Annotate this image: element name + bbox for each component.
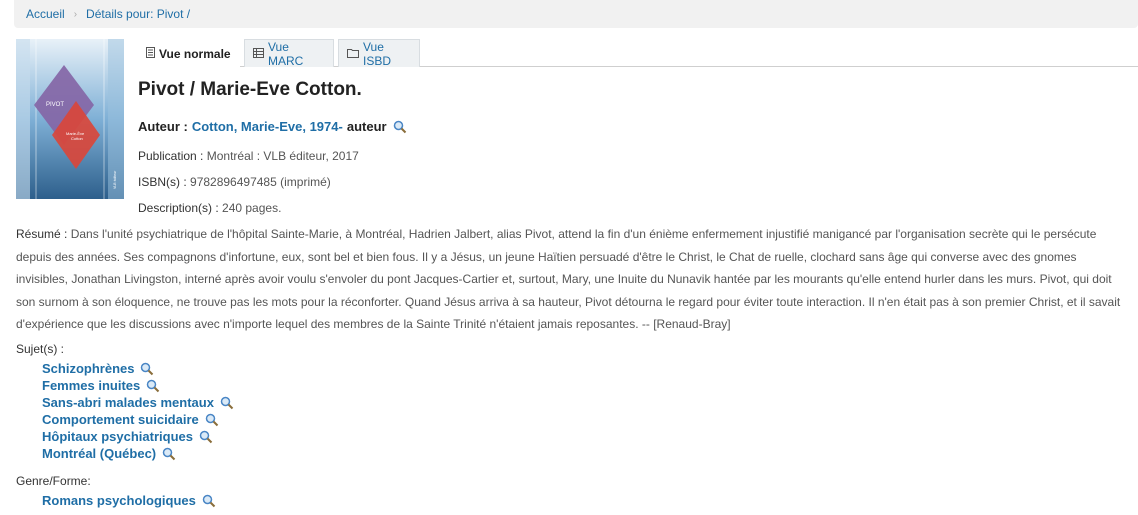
cover-publisher-text: VLB éditeur <box>113 170 117 189</box>
subject-link[interactable]: Comportement suicidaire <box>42 412 199 427</box>
search-icon[interactable] <box>199 430 213 444</box>
book-cover-image[interactable]: PIVOT Marie-Ève Cotton VLB éditeur <box>16 39 124 199</box>
search-icon[interactable] <box>140 362 154 376</box>
summary-block: Résumé : Dans l'unité psychiatrique de l… <box>16 223 1130 336</box>
search-icon[interactable] <box>220 396 234 410</box>
folder-icon <box>347 47 359 61</box>
cover-title-text: PIVOT <box>46 102 64 108</box>
subject-link[interactable]: Femmes inuites <box>42 378 140 393</box>
search-icon[interactable] <box>162 447 176 461</box>
search-icon[interactable] <box>146 379 160 393</box>
breadcrumb-home-link[interactable]: Accueil <box>26 7 65 21</box>
publication-value: Montréal : VLB éditeur, 2017 <box>206 149 359 163</box>
author-line: Auteur : Cotton, Marie-Eve, 1974- auteur <box>138 119 407 134</box>
subject-link[interactable]: Schizophrènes <box>42 361 134 376</box>
list-item: Schizophrènes <box>42 360 234 377</box>
list-item: Femmes inuites <box>42 377 234 394</box>
summary-label: Résumé : <box>16 227 68 241</box>
tab-vue-isbd[interactable]: Vue ISBD <box>338 39 420 68</box>
search-icon[interactable] <box>202 494 216 508</box>
breadcrumb: Accueil › Détails pour: Pivot / <box>14 0 1138 28</box>
genre-link[interactable]: Romans psychologiques <box>42 493 196 508</box>
description-value: 240 pages. <box>222 201 282 215</box>
tab-label: Vue normale <box>159 46 231 61</box>
view-tabs: Vue normale Vue MARC Vue ISBD <box>138 39 1138 68</box>
isbn-value: 9782896497485 (imprimé) <box>190 175 331 189</box>
author-label: Auteur : <box>138 119 188 134</box>
publication-line: Publication : Montréal : VLB éditeur, 20… <box>138 149 359 163</box>
book-cover-art: PIVOT Marie-Ève Cotton VLB éditeur <box>16 39 124 199</box>
isbn-line: ISBN(s) : 9782896497485 (imprimé) <box>138 175 331 189</box>
publication-label: Publication : <box>138 149 204 163</box>
breadcrumb-current-link[interactable]: Détails pour: Pivot / <box>86 7 190 21</box>
description-line: Description(s) : 240 pages. <box>138 201 281 215</box>
author-link[interactable]: Cotton, Marie-Eve, 1974- <box>192 119 343 134</box>
subject-link[interactable]: Montréal (Québec) <box>42 446 156 461</box>
author-role: auteur <box>346 119 387 134</box>
subjects-label: Sujet(s) : <box>16 342 65 356</box>
tab-label: Vue MARC <box>268 39 304 68</box>
list-item: Hôpitaux psychiatriques <box>42 428 234 445</box>
isbn-label: ISBN(s) : <box>138 175 187 189</box>
subject-link[interactable]: Sans-abri malades mentaux <box>42 395 214 410</box>
list-item: Montréal (Québec) <box>42 445 234 462</box>
record-title: Pivot / Marie-Eve Cotton. <box>138 79 362 100</box>
tab-vue-marc[interactable]: Vue MARC <box>244 39 334 68</box>
document-icon <box>146 46 155 61</box>
subjects-list: Schizophrènes Femmes inuites Sans-abri m… <box>42 360 234 462</box>
summary-text: Dans l'unité psychiatrique de l'hôpital … <box>16 227 1121 331</box>
tab-label: Vue ISBD <box>363 39 392 68</box>
list-item: Comportement suicidaire <box>42 411 234 428</box>
search-icon[interactable] <box>393 120 407 134</box>
list-item: Sans-abri malades mentaux <box>42 394 234 411</box>
description-label: Description(s) : <box>138 201 219 215</box>
genre-list: Romans psychologiques <box>42 492 216 509</box>
list-icon <box>253 47 264 61</box>
tab-vue-normale[interactable]: Vue normale <box>138 39 240 68</box>
cover-author-line2: Cotton <box>71 136 83 141</box>
subject-link[interactable]: Hôpitaux psychiatriques <box>42 429 193 444</box>
search-icon[interactable] <box>205 413 219 427</box>
list-item: Romans psychologiques <box>42 492 216 509</box>
genre-label: Genre/Forme: <box>16 474 91 488</box>
breadcrumb-separator-icon: › <box>73 8 78 20</box>
